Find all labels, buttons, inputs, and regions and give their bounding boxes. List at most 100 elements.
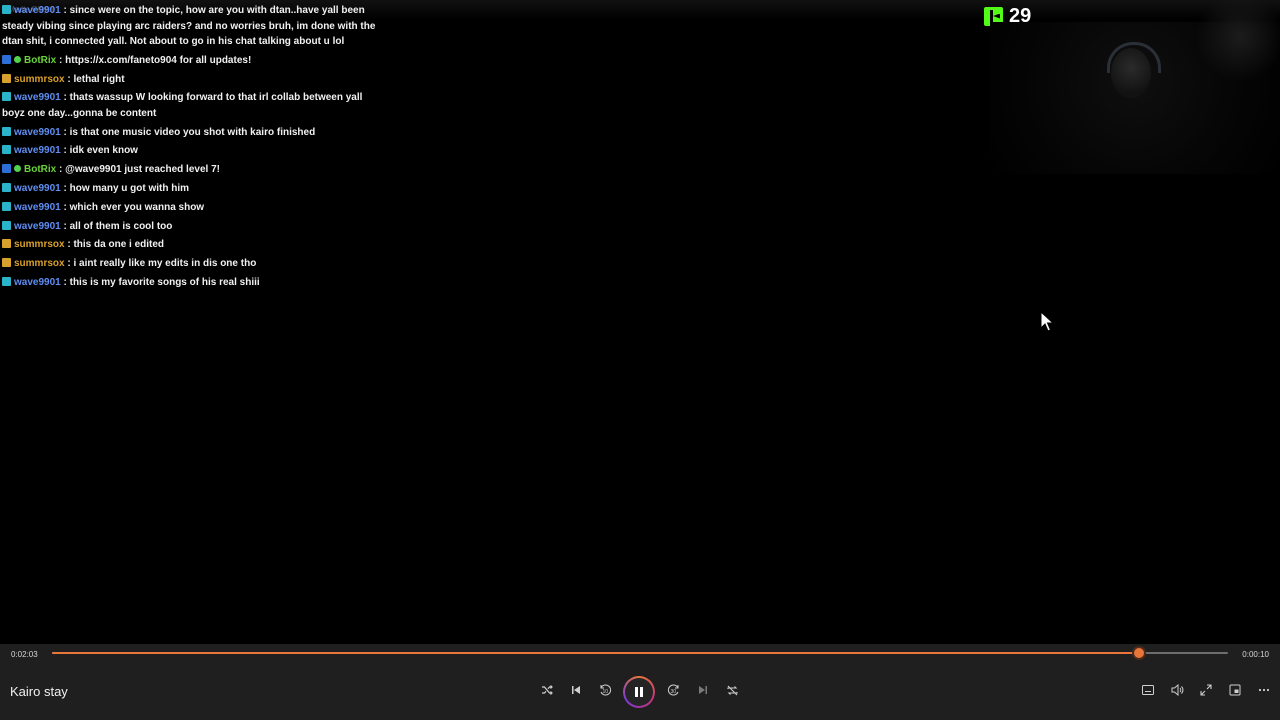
- rewind-10-icon: 10: [600, 684, 611, 696]
- chat-separator: :: [60, 277, 70, 289]
- user-badge-icon: [2, 183, 11, 193]
- volume-icon: [1171, 684, 1183, 696]
- subscriber-badge-icon: [2, 239, 11, 249]
- previous-button[interactable]: [566, 680, 586, 700]
- chat-text: how many u got with him: [69, 183, 190, 195]
- chat-message: wave9901 : this is my favorite songs of …: [2, 275, 387, 294]
- user-badge-icon: [2, 5, 11, 14]
- user-badge-icon: [2, 277, 11, 287]
- bot-badge-icon: [2, 54, 11, 64]
- video-stage[interactable]: Media Player wave9901 : since were on th…: [0, 0, 1280, 644]
- seek-progress: [52, 652, 1139, 654]
- player-controls: 0:02:03 0:00:10 Kairo stay 10 30: [0, 644, 1280, 720]
- webcam-light: [1195, 0, 1280, 82]
- chat-separator: :: [60, 126, 70, 138]
- chat-message: wave9901 : since were on the topic, how …: [2, 3, 387, 53]
- chat-text: lethal right: [73, 73, 125, 85]
- chat-separator: :: [60, 92, 70, 104]
- verified-check-icon: [14, 55, 21, 63]
- seek-thumb[interactable]: [1133, 648, 1144, 658]
- miniplayer-icon: [1229, 684, 1241, 696]
- chat-text: i aint really like my edits in dis one t…: [73, 258, 257, 270]
- volume-button[interactable]: [1167, 680, 1187, 700]
- user-badge-icon: [2, 92, 11, 102]
- verified-check-icon: [14, 165, 21, 173]
- chat-message: wave9901 : which ever you wanna show: [2, 200, 387, 219]
- next-button[interactable]: [693, 680, 713, 700]
- fullscreen-button[interactable]: [1196, 680, 1216, 700]
- headset-icon: [1107, 42, 1161, 73]
- user-badge-icon: [2, 201, 11, 211]
- shuffle-icon: [542, 685, 553, 695]
- chat-username[interactable]: summrsox: [14, 239, 65, 250]
- chat-separator: :: [60, 183, 70, 195]
- chat-text: @wave9901 just reached level 7!: [65, 164, 220, 176]
- chat-username[interactable]: summrsox: [14, 258, 65, 269]
- chat-text: which ever you wanna show: [69, 201, 205, 213]
- seek-bar[interactable]: [52, 648, 1228, 658]
- captions-icon: [1142, 685, 1154, 695]
- chat-username[interactable]: wave9901: [14, 221, 61, 232]
- chat-username[interactable]: BotRix: [24, 55, 56, 66]
- rewind-button[interactable]: 10: [595, 680, 615, 700]
- chat-username[interactable]: summrsox: [14, 74, 65, 85]
- miniplayer-button[interactable]: [1225, 680, 1245, 700]
- chat-message: wave9901 : how many u got with him: [2, 181, 387, 200]
- chat-username[interactable]: wave9901: [14, 5, 61, 16]
- chat-message: summrsox : lethal right: [2, 72, 387, 91]
- chat-text: this da one i edited: [73, 239, 165, 251]
- chat-separator: :: [60, 201, 70, 213]
- user-badge-icon: [2, 126, 11, 136]
- chat-message: wave9901 : is that one music video you s…: [2, 125, 387, 144]
- chat-username[interactable]: wave9901: [14, 202, 61, 213]
- chat-username[interactable]: wave9901: [14, 183, 61, 194]
- mouse-cursor-icon: [1040, 311, 1054, 332]
- user-badge-icon: [2, 145, 11, 155]
- more-options-button[interactable]: [1254, 680, 1274, 700]
- user-badge-icon: [2, 220, 11, 230]
- chat-text: https://x.com/faneto904 for all updates!: [65, 54, 252, 66]
- subscriber-badge-icon: [2, 73, 11, 83]
- chat-text: all of them is cool too: [69, 220, 173, 232]
- time-current: 0:02:03: [11, 650, 38, 659]
- chat-username[interactable]: wave9901: [14, 277, 61, 288]
- captions-button[interactable]: [1138, 680, 1158, 700]
- chat-message: summrsox : this da one i edited: [2, 237, 387, 256]
- bot-badge-icon: [2, 164, 11, 174]
- rewind-label: 10: [603, 689, 609, 695]
- subscriber-badge-icon: [2, 258, 11, 268]
- repeat-button[interactable]: [722, 680, 742, 700]
- next-icon: [699, 686, 707, 694]
- chat-separator: :: [60, 5, 70, 16]
- webcam-feed: [990, 0, 1280, 174]
- chat-message: wave9901 : all of them is cool too: [2, 219, 387, 238]
- chat-text: idk even know: [69, 145, 138, 157]
- forward-button[interactable]: 30: [664, 680, 684, 700]
- chat-username[interactable]: BotRix: [24, 164, 56, 175]
- time-total: 0:00:10: [1242, 650, 1269, 659]
- chat-username[interactable]: wave9901: [14, 127, 61, 138]
- chat-username[interactable]: wave9901: [14, 145, 61, 156]
- chat-message: wave9901 : thats wassup W looking forwar…: [2, 90, 387, 124]
- forward-30-icon: 30: [668, 684, 679, 696]
- pause-icon: [635, 687, 643, 697]
- chat-separator: :: [60, 220, 70, 232]
- more-icon: [1258, 688, 1270, 692]
- shuffle-button[interactable]: [537, 680, 557, 700]
- repeat-off-icon: [726, 685, 738, 695]
- chat-message: BotRix : @wave9901 just reached level 7!: [2, 162, 387, 181]
- forward-label: 30: [671, 689, 677, 695]
- play-pause-button[interactable]: [623, 676, 655, 708]
- chat-overlay: wave9901 : since were on the topic, how …: [2, 3, 387, 294]
- chat-separator: :: [60, 145, 70, 157]
- chat-separator: :: [56, 54, 66, 66]
- chat-message: BotRix : https://x.com/faneto904 for all…: [2, 53, 387, 72]
- chat-text: this is my favorite songs of his real sh…: [69, 277, 260, 289]
- chat-username[interactable]: wave9901: [14, 92, 61, 103]
- chat-message: wave9901 : idk even know: [2, 143, 387, 162]
- chat-separator: :: [56, 164, 66, 176]
- previous-icon: [572, 686, 580, 694]
- chat-message: summrsox : i aint really like my edits i…: [2, 256, 387, 275]
- chat-text: is that one music video you shot with ka…: [69, 126, 316, 138]
- fullscreen-icon: [1200, 684, 1212, 696]
